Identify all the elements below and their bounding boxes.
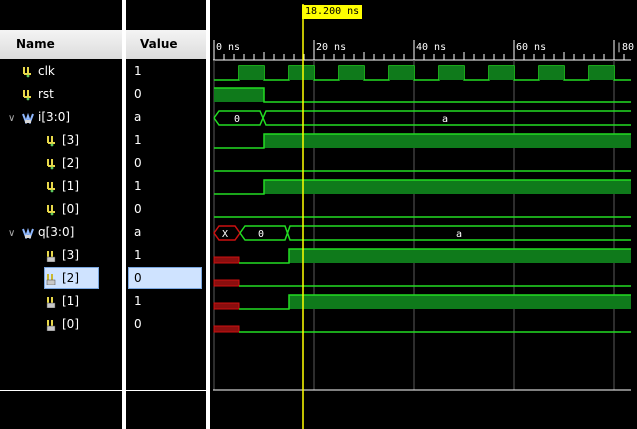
- signal-value: 1: [134, 64, 142, 78]
- register-bit-icon: [46, 273, 56, 285]
- bus-value: 0: [258, 229, 264, 240]
- signal-row-rst[interactable]: rst: [22, 83, 54, 105]
- signal-row-q1[interactable]: [1]: [46, 290, 79, 312]
- timeline-ruler[interactable]: 0 ns 20 ns 40 ns 60 ns |80: [213, 40, 634, 60]
- bus-value: a: [456, 229, 462, 240]
- signal-value: 1: [134, 248, 142, 262]
- pane-separator: [0, 390, 122, 391]
- tick-label: 0 ns: [216, 42, 240, 53]
- register-bit-icon: [46, 319, 56, 331]
- signal-row-clk[interactable]: clk: [22, 60, 55, 82]
- signal-row-i1[interactable]: [1]: [46, 175, 79, 197]
- signal-bit-icon: [47, 204, 55, 215]
- signal-row-q[interactable]: ∨ q[3:0]: [8, 221, 74, 243]
- register-bit-icon: [46, 250, 56, 262]
- wave-i-bus[interactable]: 0 a: [213, 110, 631, 126]
- tick-label: 20 ns: [316, 42, 346, 53]
- wave-q-bus[interactable]: X 0 a: [213, 225, 631, 241]
- pane-separator: [126, 390, 206, 391]
- tick-label: 60 ns: [516, 42, 546, 53]
- wave-i3[interactable]: [264, 134, 631, 148]
- name-column-header[interactable]: Name: [0, 30, 122, 59]
- signal-name: [2]: [62, 271, 79, 285]
- signal-name: [1]: [62, 294, 79, 308]
- signal-value: a: [134, 225, 142, 239]
- signal-row-q2[interactable]: [2]: [46, 267, 79, 289]
- chevron-down-icon[interactable]: ∨: [8, 223, 18, 245]
- signal-row-i2[interactable]: [2]: [46, 152, 79, 174]
- signal-row-i0[interactable]: [0]: [46, 198, 79, 220]
- tick-label: |80: [616, 42, 634, 53]
- register-bit-icon: [46, 296, 56, 308]
- signal-name: [0]: [62, 202, 79, 216]
- signal-bit-icon: [47, 135, 55, 146]
- bus-value: a: [442, 114, 448, 125]
- signal-bit-icon: [23, 66, 31, 77]
- wave-rst[interactable]: [214, 88, 264, 102]
- value-column-header[interactable]: Value: [126, 30, 206, 59]
- signal-value: 1: [134, 294, 142, 308]
- wave-q1[interactable]: [289, 295, 631, 309]
- waveform-area[interactable]: 0 ns 20 ns 40 ns 60 ns |80 0 a X 0 a: [210, 0, 637, 429]
- signal-value: 1: [134, 133, 142, 147]
- wave-i1[interactable]: [264, 180, 631, 194]
- cursor-time-label[interactable]: 18.200 ns: [302, 5, 363, 19]
- tick-label: 40 ns: [416, 42, 446, 53]
- signal-value: a: [134, 110, 142, 124]
- signal-name: q[3:0]: [38, 225, 75, 239]
- signal-bit-icon: [47, 158, 55, 169]
- signal-bus-icon: [22, 227, 34, 239]
- signal-name: rst: [38, 87, 54, 101]
- signal-bus-icon: [22, 112, 34, 124]
- signal-name: clk: [38, 64, 55, 78]
- signal-value: 0: [134, 202, 142, 216]
- signal-name: [2]: [62, 156, 79, 170]
- signal-name: [1]: [62, 179, 79, 193]
- signal-value: 0: [134, 156, 142, 170]
- signal-value: 0: [134, 317, 142, 331]
- bus-value: 0: [234, 114, 240, 125]
- signal-row-i3[interactable]: [3]: [46, 129, 79, 151]
- bus-value: X: [222, 229, 228, 240]
- signal-row-q3[interactable]: [3]: [46, 244, 79, 266]
- signal-value: 1: [134, 179, 142, 193]
- wave-q3[interactable]: [289, 249, 631, 263]
- signal-name: [3]: [62, 248, 79, 262]
- signal-name: [0]: [62, 317, 79, 331]
- chevron-down-icon[interactable]: ∨: [8, 108, 18, 130]
- signal-row-i[interactable]: ∨ i[3:0]: [8, 106, 70, 128]
- signal-value: 0: [134, 87, 142, 101]
- signal-bit-icon: [23, 89, 31, 100]
- signal-value: 0: [134, 271, 142, 285]
- signal-bit-icon: [47, 181, 55, 192]
- signal-name: [3]: [62, 133, 79, 147]
- wave-clk[interactable]: [214, 65, 631, 81]
- signal-name: i[3:0]: [38, 110, 71, 124]
- signal-row-q0[interactable]: [0]: [46, 313, 79, 335]
